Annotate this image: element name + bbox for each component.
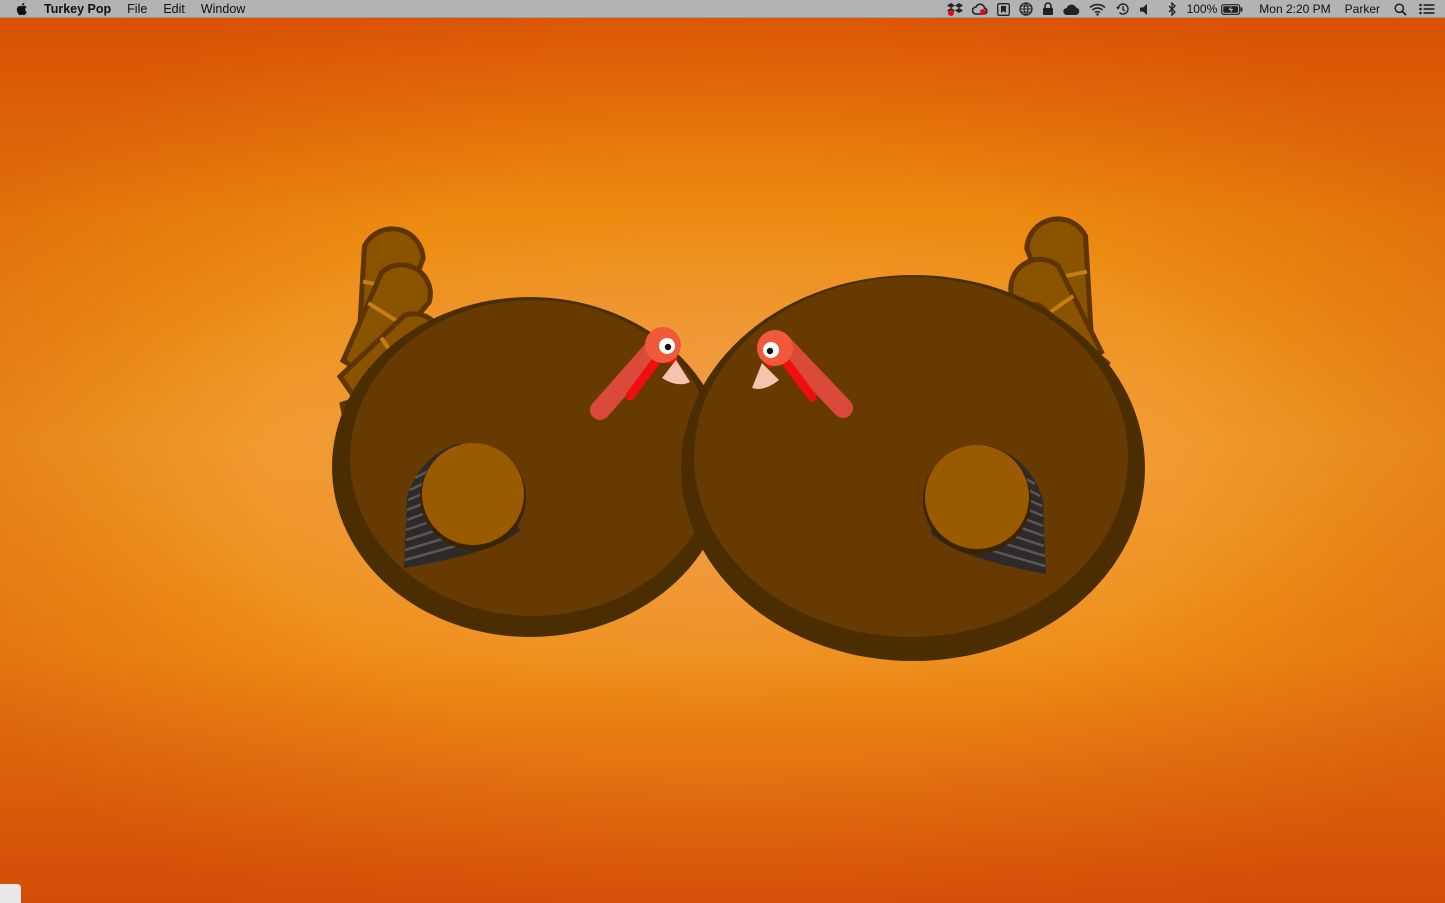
apple-menu-icon[interactable] xyxy=(14,1,30,17)
spotlight-search-icon[interactable] xyxy=(1394,2,1407,16)
clock[interactable]: Mon 2:20 PM xyxy=(1259,2,1330,16)
lock-icon[interactable] xyxy=(1042,2,1054,16)
cloud-icon[interactable] xyxy=(1062,3,1080,16)
box-app-icon[interactable] xyxy=(996,2,1010,16)
app-menu-turkey-pop[interactable]: Turkey Pop xyxy=(44,2,111,16)
menu-file[interactable]: File xyxy=(127,2,147,16)
menu-edit[interactable]: Edit xyxy=(163,2,185,16)
menu-window[interactable]: Window xyxy=(201,2,245,16)
right-turkey-body xyxy=(694,277,1128,637)
globe-icon[interactable] xyxy=(1018,2,1033,16)
corner-tab[interactable] xyxy=(0,884,21,903)
turkey-scene xyxy=(331,213,1145,661)
bluetooth-icon[interactable] xyxy=(1167,2,1177,16)
volume-icon[interactable] xyxy=(1139,3,1151,16)
notification-center-icon[interactable] xyxy=(1419,3,1435,15)
time-machine-icon[interactable] xyxy=(1115,2,1130,16)
creative-cloud-icon[interactable] xyxy=(971,2,988,16)
left-turkey[interactable] xyxy=(331,223,728,637)
user-name[interactable]: Parker xyxy=(1345,2,1380,16)
wifi-icon[interactable] xyxy=(1089,3,1106,16)
battery-icon[interactable] xyxy=(1221,3,1243,15)
dropbox-icon[interactable] xyxy=(946,2,963,16)
right-turkey[interactable] xyxy=(681,213,1145,661)
battery-percent: 100% xyxy=(1186,2,1218,16)
menu-bar: Turkey Pop File Edit Window 100% Mon 2:2… xyxy=(0,0,1445,18)
